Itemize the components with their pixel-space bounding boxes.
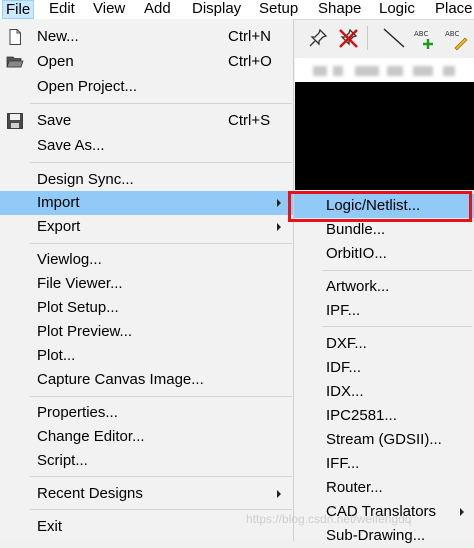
menu-item-plot-setup[interactable]: Plot Setup... (0, 296, 293, 320)
submenu-item-iff[interactable]: IFF... (294, 452, 474, 476)
menu-item-save-as[interactable]: Save As... (0, 134, 293, 158)
menu-display[interactable]: Display (189, 0, 244, 19)
toolbar-separator (367, 26, 368, 50)
menu-item-open-project[interactable]: Open Project... (0, 75, 293, 99)
menu-bar: File Edit View Add Display Setup Shape L… (0, 0, 474, 20)
menu-separator (30, 476, 292, 477)
menu-separator (322, 270, 472, 271)
toolbar: ABC ABC (295, 20, 474, 58)
menu-item-open[interactable]: Open Ctrl+O (0, 50, 293, 74)
add-text-icon[interactable]: ABC (412, 25, 438, 51)
menu-edit[interactable]: Edit (46, 0, 78, 19)
submenu-item-orbitio[interactable]: OrbitIO... (294, 242, 474, 266)
menu-item-new[interactable]: New... Ctrl+N (0, 25, 293, 49)
unpin-icon[interactable] (335, 25, 361, 51)
submenu-item-sub-drawing[interactable]: Sub-Drawing... (294, 524, 474, 548)
submenu-arrow-icon (277, 199, 281, 207)
highlight-callout-box (288, 191, 472, 222)
file-menu: New... Ctrl+N Open Ctrl+O Open Project..… (0, 19, 294, 541)
menu-separator (30, 509, 292, 510)
menu-item-recent-designs[interactable]: Recent Designs (0, 482, 293, 506)
submenu-item-router[interactable]: Router... (294, 476, 474, 500)
menu-file[interactable]: File (2, 0, 35, 19)
menu-separator (30, 103, 292, 104)
watermark: https://blog.csdn.net/weifengdq (246, 512, 412, 526)
submenu-arrow-icon (460, 508, 464, 516)
open-folder-icon (6, 53, 24, 71)
menu-logic[interactable]: Logic (376, 0, 418, 19)
menu-item-save[interactable]: Save Ctrl+S (0, 109, 293, 133)
svg-text:ABC: ABC (414, 30, 428, 38)
menu-item-file-viewer[interactable]: File Viewer... (0, 272, 293, 296)
menu-view[interactable]: View (90, 0, 128, 19)
save-disk-icon (6, 112, 24, 130)
import-submenu: Logic/Netlist... Bundle... OrbitIO... Ar… (293, 190, 474, 544)
menu-separator (322, 326, 472, 327)
submenu-item-idx[interactable]: IDX... (294, 380, 474, 404)
menu-place[interactable]: Place (432, 0, 474, 19)
submenu-item-artwork[interactable]: Artwork... (294, 275, 474, 299)
menu-item-change-editor[interactable]: Change Editor... (0, 425, 293, 449)
menu-item-capture-canvas-image[interactable]: Capture Canvas Image... (0, 368, 293, 392)
menu-separator (30, 396, 292, 397)
menu-item-plot[interactable]: Plot... (0, 344, 293, 368)
submenu-arrow-icon (277, 490, 281, 498)
submenu-arrow-icon (277, 223, 281, 231)
edit-text-icon[interactable]: ABC (443, 25, 469, 51)
submenu-item-ipf[interactable]: IPF... (294, 299, 474, 323)
pin-icon[interactable] (305, 25, 331, 51)
submenu-item-dxf[interactable]: DXF... (294, 332, 474, 356)
menu-shape[interactable]: Shape (315, 0, 364, 19)
submenu-item-idf[interactable]: IDF... (294, 356, 474, 380)
menu-separator (30, 243, 292, 244)
menu-item-viewlog[interactable]: Viewlog... (0, 248, 293, 272)
submenu-item-stream-gdsii[interactable]: Stream (GDSII)... (294, 428, 474, 452)
menu-item-script[interactable]: Script... (0, 449, 293, 473)
new-file-icon (6, 28, 24, 46)
menu-item-design-sync[interactable]: Design Sync... (0, 168, 293, 192)
blurred-tab-strip (295, 58, 474, 82)
design-canvas[interactable] (295, 82, 474, 202)
submenu-item-ipc2581[interactable]: IPC2581... (294, 404, 474, 428)
menu-add[interactable]: Add (141, 0, 174, 19)
menu-setup[interactable]: Setup (256, 0, 301, 19)
menu-item-plot-preview[interactable]: Plot Preview... (0, 320, 293, 344)
svg-text:ABC: ABC (445, 30, 459, 38)
menu-item-import[interactable]: Import (0, 191, 293, 215)
menu-item-properties[interactable]: Properties... (0, 401, 293, 425)
line-tool-icon[interactable] (381, 25, 407, 51)
menu-separator (30, 162, 292, 163)
menu-item-export[interactable]: Export (0, 215, 293, 239)
